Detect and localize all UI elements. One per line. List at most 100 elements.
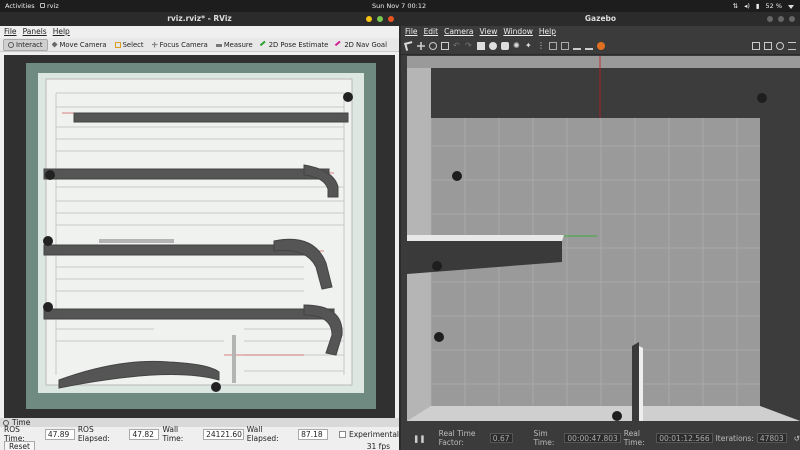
- move-camera-icon: [51, 41, 58, 48]
- tool-interact[interactable]: Interact: [3, 38, 48, 51]
- rviz-window: rviz.rviz* - RViz File Panels Help Inter…: [0, 12, 399, 450]
- robot-model: [432, 261, 442, 271]
- spot-light-icon[interactable]: ✦: [525, 42, 533, 50]
- rviz-toolbar: Interact Move Camera Select Focus Camera…: [0, 38, 399, 52]
- menu-help[interactable]: Help: [53, 26, 70, 38]
- experimental-label: Experimental: [348, 429, 399, 439]
- interact-icon: [8, 41, 14, 48]
- ros-elapsed-field[interactable]: 47.82: [129, 428, 160, 440]
- gazebo-3d-scene[interactable]: [407, 56, 800, 421]
- tool-focus-camera[interactable]: Focus Camera: [148, 39, 212, 51]
- tool-label: 2D Nav Goal: [344, 40, 387, 49]
- plot-icon[interactable]: [788, 42, 796, 50]
- gazebo-menubar: File Edit Camera View Window Help: [401, 26, 800, 38]
- rtf-value: 0.67: [489, 433, 513, 443]
- menu-camera[interactable]: Camera: [444, 26, 473, 38]
- redo-icon[interactable]: ↷: [465, 42, 473, 50]
- gazebo-statusbar: ❚❚ Real Time Factor: 0.67 Sim Time: 00:0…: [401, 421, 800, 450]
- system-tray[interactable]: ⇅ ◂) ▮ 52 %: [733, 2, 794, 10]
- wall-elapsed-label: Wall Elapsed:: [246, 425, 279, 443]
- menu-edit[interactable]: Edit: [424, 26, 439, 38]
- experimental-checkbox[interactable]: [339, 430, 346, 438]
- tool-2d-nav-goal[interactable]: 2D Nav Goal: [332, 39, 391, 51]
- close-button[interactable]: [789, 16, 795, 22]
- reset-time-icon[interactable]: ↺: [794, 434, 800, 443]
- sim-time-value: 00:00:47.803: [564, 433, 621, 443]
- close-button[interactable]: [388, 16, 394, 22]
- wall-time-field[interactable]: 24121.60: [203, 428, 244, 440]
- menu-help[interactable]: Help: [539, 26, 556, 38]
- log-icon[interactable]: [764, 42, 772, 50]
- undo-icon[interactable]: ↶: [453, 42, 461, 50]
- gazebo-world: [407, 56, 800, 421]
- pillar-face: [639, 346, 643, 421]
- tool-label: Measure: [223, 40, 253, 49]
- nav-goal-icon: [335, 40, 344, 49]
- occupancy-map: [4, 55, 395, 418]
- battery-level: 52 %: [765, 2, 782, 10]
- align-icon[interactable]: [573, 42, 581, 50]
- app-icon: [40, 3, 45, 8]
- menu-file[interactable]: File: [4, 26, 17, 38]
- scale-icon[interactable]: [441, 42, 449, 50]
- tool-move-camera[interactable]: Move Camera: [48, 39, 111, 51]
- rviz-titlebar[interactable]: rviz.rviz* - RViz: [0, 12, 399, 26]
- south-wall: [407, 406, 800, 421]
- menu-panels[interactable]: Panels: [23, 26, 47, 38]
- pose-estimate-icon: [259, 40, 268, 49]
- map-obstacle: [232, 335, 236, 383]
- clock[interactable]: Sun Nov 7 00:12: [372, 2, 426, 10]
- app-menu[interactable]: rviz: [47, 2, 59, 10]
- tool-2d-pose-estimate[interactable]: 2D Pose Estimate: [257, 39, 333, 51]
- sim-time-label: Sim Time:: [533, 429, 555, 447]
- reset-button[interactable]: Reset: [4, 441, 35, 450]
- tool-select[interactable]: Select: [111, 39, 148, 51]
- east-wall: [760, 68, 800, 421]
- tool-measure[interactable]: Measure: [212, 39, 257, 51]
- maximize-button[interactable]: [778, 16, 784, 22]
- real-time-label: Real Time:: [623, 429, 645, 447]
- status-fields: ❚❚ Real Time Factor: 0.67 Sim Time: 00:0…: [413, 429, 800, 447]
- time-panel-footer: Reset 31 fps: [4, 441, 396, 450]
- wall-time-label: Wall Time:: [162, 425, 184, 443]
- fps-readout: 31 fps: [366, 442, 390, 450]
- activities-button[interactable]: Activities: [5, 2, 35, 10]
- box-shape-icon[interactable]: [477, 42, 485, 50]
- time-panel: Time ROS Time: 47.89 ROS Elapsed: 47.82 …: [0, 418, 399, 450]
- gazebo-titlebar[interactable]: Gazebo: [401, 12, 800, 26]
- wall-elapsed-field[interactable]: 87.18: [298, 428, 329, 440]
- robot-marker: [343, 92, 353, 102]
- map-obstacle: [99, 239, 174, 243]
- inner-wall-top: [407, 235, 564, 241]
- robot-marker: [43, 302, 53, 312]
- menu-view[interactable]: View: [480, 26, 498, 38]
- record-icon[interactable]: [776, 42, 784, 50]
- rviz-menubar: File Panels Help: [0, 26, 399, 38]
- minimize-button[interactable]: [366, 16, 372, 22]
- menu-window[interactable]: Window: [503, 26, 533, 38]
- minimize-button[interactable]: [767, 16, 773, 22]
- rotate-icon[interactable]: [429, 42, 437, 50]
- maximize-button[interactable]: [377, 16, 383, 22]
- snap-icon[interactable]: [585, 42, 593, 50]
- tool-label: Move Camera: [59, 40, 107, 49]
- pause-icon[interactable]: ❚❚: [413, 434, 426, 443]
- focus-camera-icon: [151, 41, 158, 48]
- cylinder-shape-icon[interactable]: [501, 42, 509, 50]
- directional-light-icon[interactable]: ⋮: [537, 42, 545, 50]
- screenshot-icon[interactable]: [752, 42, 760, 50]
- robot-marker: [43, 236, 53, 246]
- translate-icon[interactable]: [417, 42, 425, 50]
- copy-icon[interactable]: [549, 42, 557, 50]
- battery-icon: ▮: [755, 2, 760, 10]
- select-mode-icon[interactable]: [404, 41, 414, 51]
- point-light-icon[interactable]: ✺: [513, 42, 521, 50]
- robot-model: [612, 411, 622, 421]
- ros-time-field[interactable]: 47.89: [44, 428, 75, 440]
- menu-file[interactable]: File: [405, 26, 418, 38]
- sphere-shape-icon[interactable]: [489, 42, 497, 50]
- rviz-3d-view[interactable]: [4, 55, 395, 418]
- paste-icon[interactable]: [561, 42, 569, 50]
- robot-model: [757, 93, 767, 103]
- change-view-icon[interactable]: [597, 42, 605, 50]
